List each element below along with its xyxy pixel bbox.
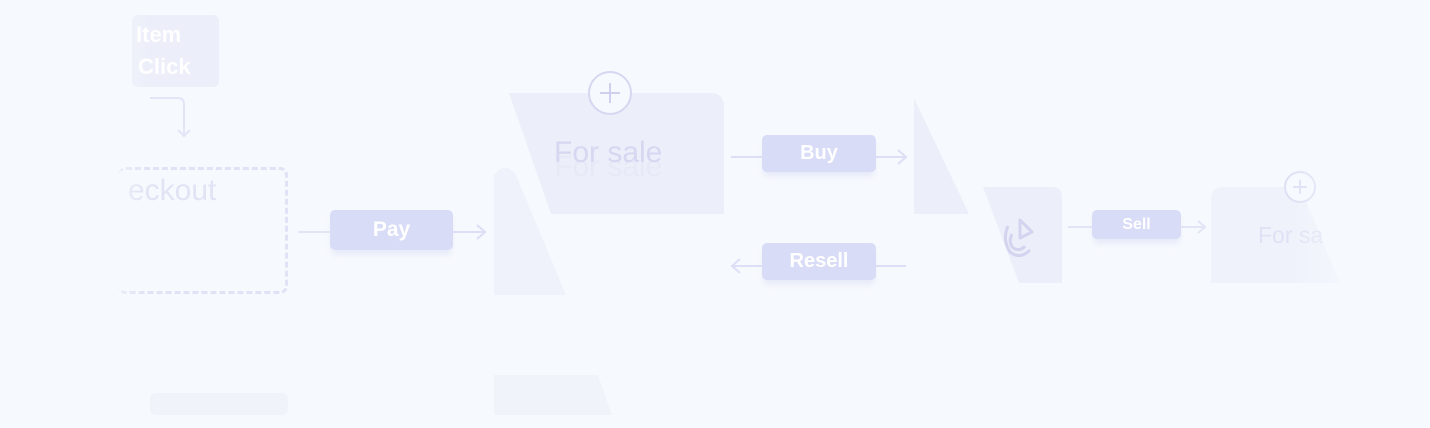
sell-button[interactable]: Sell [1092,210,1181,239]
right-fade [1290,0,1430,428]
buy-label: Buy [800,142,838,164]
left-fade [0,0,150,428]
pizza-icon [998,214,1036,262]
for-sale-label: For sale [554,136,663,169]
resell-label: Resell [789,250,849,272]
resell-button[interactable]: Resell [762,243,876,280]
plus-circle-icon[interactable] [587,70,633,116]
pay-label: Pay [372,218,411,241]
buy-button[interactable]: Buy [762,135,876,172]
sell-label: Sell [1122,215,1151,233]
pay-button[interactable]: Pay [330,210,453,250]
